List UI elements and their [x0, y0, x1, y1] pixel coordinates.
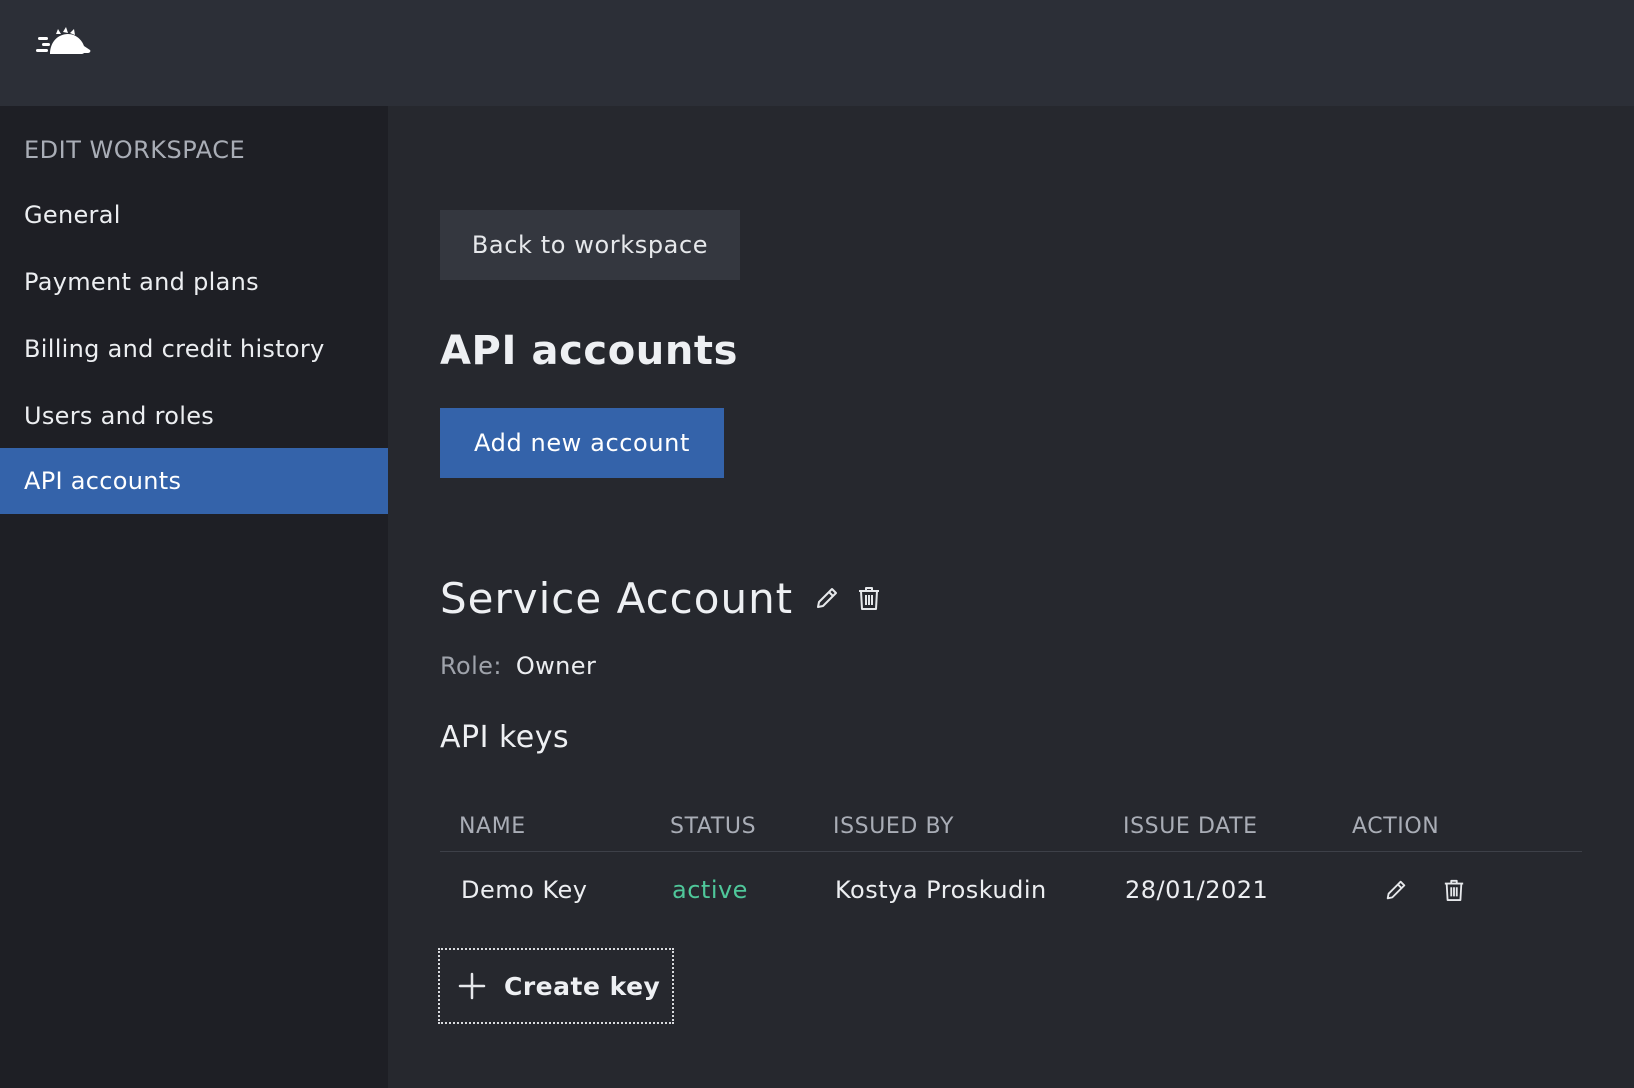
- sidebar-item-label: Payment and plans: [24, 268, 259, 296]
- sidebar-item-users-and-roles[interactable]: Users and roles: [0, 383, 388, 449]
- column-header-issued-by: ISSUED BY: [833, 814, 955, 839]
- sidebar-item-api-accounts[interactable]: API accounts: [0, 448, 388, 514]
- hedgehog-logo-icon[interactable]: [36, 26, 92, 60]
- main-content: Back to workspace API accounts Add new a…: [388, 106, 1634, 1088]
- sidebar-heading: EDIT WORKSPACE: [24, 136, 246, 164]
- table-header: NAME STATUS ISSUED BY ISSUE DATE ACTION: [440, 804, 1582, 852]
- account-role: Role: Owner: [440, 652, 596, 680]
- key-status: active: [672, 876, 748, 904]
- pencil-icon[interactable]: [1380, 874, 1412, 906]
- column-header-status: STATUS: [670, 814, 757, 839]
- sidebar: EDIT WORKSPACE General Payment and plans…: [0, 106, 388, 1088]
- plus-icon: [458, 972, 486, 1000]
- sidebar-item-label: API accounts: [24, 467, 182, 495]
- sidebar-item-payment-and-plans[interactable]: Payment and plans: [0, 249, 388, 315]
- row-actions: [1380, 874, 1470, 906]
- key-issue-date: 28/01/2021: [1125, 876, 1269, 904]
- key-issued-by: Kostya Proskudin: [835, 876, 1047, 904]
- create-key-button[interactable]: Create key: [438, 948, 674, 1024]
- create-key-label: Create key: [504, 971, 661, 1001]
- column-header-issue-date: ISSUE DATE: [1123, 814, 1258, 839]
- api-keys-title: API keys: [440, 720, 570, 755]
- sidebar-item-general[interactable]: General: [0, 182, 388, 248]
- pencil-icon[interactable]: [811, 582, 843, 614]
- trash-icon[interactable]: [853, 582, 885, 614]
- sidebar-item-label: General: [24, 201, 121, 229]
- trash-icon[interactable]: [1438, 874, 1470, 906]
- sidebar-item-label: Users and roles: [24, 402, 215, 430]
- column-header-name: NAME: [459, 814, 526, 839]
- account-name: Service Account: [440, 573, 794, 623]
- sidebar-item-billing-and-credit-history[interactable]: Billing and credit history: [0, 316, 388, 382]
- back-to-workspace-button[interactable]: Back to workspace: [440, 210, 740, 280]
- role-value: Owner: [515, 652, 597, 680]
- add-new-account-button[interactable]: Add new account: [440, 408, 724, 478]
- role-label: Role:: [440, 652, 502, 680]
- page-title: API accounts: [440, 328, 739, 374]
- top-bar: [0, 0, 1634, 106]
- account-header: Service Account: [440, 568, 885, 628]
- key-name: Demo Key: [461, 876, 588, 904]
- sidebar-item-label: Billing and credit history: [24, 335, 325, 363]
- table-row: Demo Key active Kostya Proskudin 28/01/2…: [440, 852, 1582, 934]
- column-header-action: ACTION: [1352, 814, 1440, 839]
